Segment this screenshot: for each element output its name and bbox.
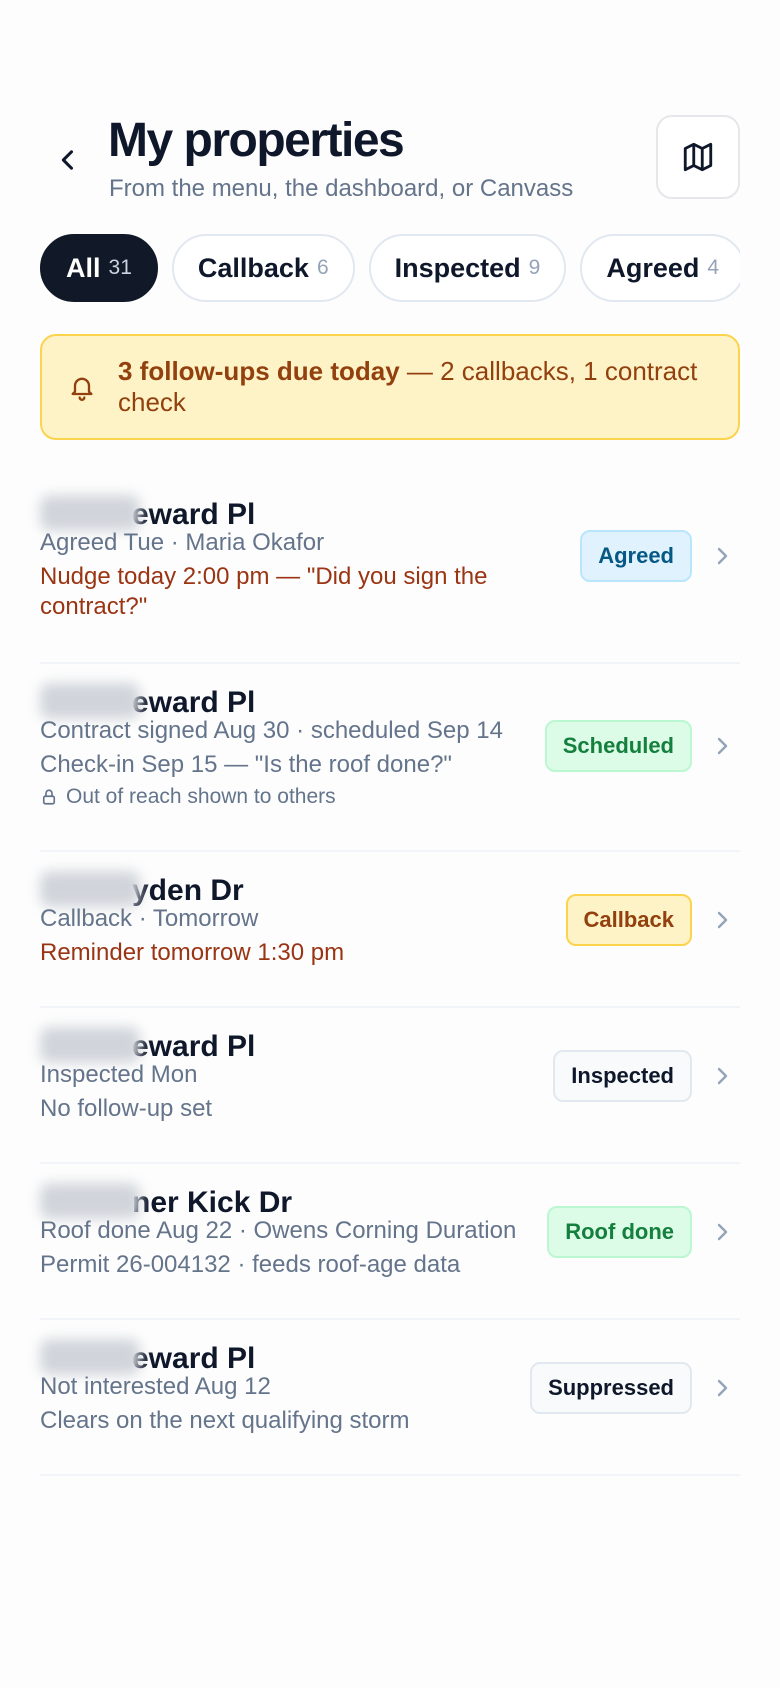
- property-detail-text: Clears on the next qualifying storm: [40, 1407, 410, 1434]
- status-badge: Inspected: [553, 1050, 692, 1102]
- alert-strong: 3 follow-ups due today: [118, 356, 400, 386]
- property-row[interactable]: eward Pl Not interested Aug 12 Clears on t…: [40, 1320, 740, 1476]
- status-badge: Suppressed: [530, 1362, 692, 1414]
- chevron-right-icon: [717, 547, 728, 565]
- filter-chip-agreed[interactable]: Agreed 4: [580, 234, 740, 302]
- chevron-right-icon: [717, 737, 728, 755]
- property-detail-line: Agreed Tue · Maria Okafor: [40, 528, 324, 558]
- filter-chip-label: Agreed: [606, 252, 700, 283]
- property-row[interactable]: eward Pl Agreed Tue · Maria Okafor Nudge t…: [40, 476, 740, 664]
- property-row[interactable]: eward Pl Inspected Mon No follow-up set Ins…: [40, 1008, 740, 1164]
- property-detail-text: Check-in Sep 15 — "Is the roof done?": [40, 751, 452, 778]
- property-address: eward Pl: [40, 495, 256, 532]
- chevron-right-icon: [717, 1067, 728, 1085]
- chevron-left-icon: [61, 150, 74, 170]
- property-row[interactable]: ner Kick Dr Roof done Aug 22 · Owens Corn…: [40, 1164, 740, 1320]
- property-address: eward Pl: [40, 1027, 256, 1064]
- property-detail-line: Contract signed Aug 30 · scheduled Sep 1…: [40, 716, 503, 746]
- redacted-house-number: [40, 1183, 140, 1220]
- property-detail-text: Agreed Tue · Maria Okafor: [40, 529, 325, 556]
- redacted-house-number: [40, 495, 140, 532]
- filter-chip-count: 4: [707, 256, 720, 279]
- property-detail-text: Contract signed Aug 30 · scheduled Sep 1…: [40, 717, 503, 744]
- property-list: eward Pl Agreed Tue · Maria Okafor Nudge t…: [40, 476, 740, 1476]
- redacted-house-number: [40, 871, 140, 908]
- filter-chip-all[interactable]: All 31: [40, 234, 158, 302]
- back-button[interactable]: [48, 140, 88, 180]
- bell-icon: [71, 377, 93, 401]
- property-address: yden Dr: [40, 871, 244, 908]
- status-badge: Callback: [565, 894, 692, 946]
- property-street: ner Kick Dr: [132, 1186, 293, 1219]
- page-title: My properties: [108, 114, 405, 167]
- filter-chip-count: 9: [528, 256, 541, 279]
- map-view-button[interactable]: [656, 115, 740, 199]
- property-detail-line: Not interested Aug 12: [40, 1372, 271, 1402]
- follow-up-alert[interactable]: 3 follow-ups due today — 2 callbacks, 1 …: [40, 334, 740, 440]
- alert-text: 3 follow-ups due today — 2 callbacks, 1 …: [118, 356, 706, 418]
- property-street: eward Pl: [132, 1342, 256, 1375]
- filter-chips: All 31 Callback 6 Inspected 9 Agreed 4: [40, 234, 740, 304]
- property-detail-line: Inspected Mon: [40, 1060, 197, 1090]
- property-detail-text: No follow-up set: [40, 1095, 213, 1122]
- chevron-right-icon: [717, 1223, 728, 1241]
- property-detail-line: No follow-up set: [40, 1094, 212, 1124]
- page-header: My properties From the menu, the dashboa…: [40, 112, 740, 202]
- property-detail-line: Permit 26-004132 · feeds roof-age data: [40, 1250, 460, 1280]
- redacted-house-number: [40, 683, 140, 720]
- property-detail-line: contract?": [40, 592, 147, 622]
- property-detail-line: Callback · Tomorrow: [40, 904, 258, 934]
- status-badge: Agreed: [580, 530, 692, 582]
- redacted-house-number: [40, 1339, 140, 1376]
- status-badge: Scheduled: [544, 720, 692, 772]
- property-detail-text: Reminder tomorrow 1:30 pm: [40, 939, 345, 966]
- property-detail-text: Out of reach shown to others: [66, 785, 336, 808]
- status-badge: Roof done: [547, 1206, 692, 1258]
- property-address: eward Pl: [40, 683, 256, 720]
- chevron-right-icon: [717, 1379, 728, 1397]
- property-detail-text: Inspected Mon: [40, 1061, 198, 1088]
- property-detail-line: Clears on the next qualifying storm: [40, 1406, 410, 1436]
- property-detail-line: Out of reach shown to others: [40, 782, 336, 812]
- property-row[interactable]: eward Pl Contract signed Aug 30 · schedul…: [40, 664, 740, 852]
- redacted-house-number: [40, 1027, 140, 1064]
- filter-chip-count: 31: [108, 256, 132, 279]
- property-row[interactable]: yden Dr Callback · Tomorrow Reminder tomor…: [40, 852, 740, 1008]
- property-detail-line: Roof done Aug 22 · Owens Corning Duratio…: [40, 1216, 516, 1246]
- property-detail-text: Nudge today 2:00 pm — "Did you sign the: [40, 563, 488, 590]
- property-address: ner Kick Dr: [40, 1183, 293, 1220]
- property-detail-line: Reminder tomorrow 1:30 pm: [40, 938, 344, 968]
- filter-chip-inspected[interactable]: Inspected 9: [368, 234, 567, 302]
- chevron-right-icon: [717, 911, 728, 929]
- filter-chip-callback[interactable]: Callback 6: [171, 234, 355, 302]
- property-detail-text: contract?": [40, 593, 148, 620]
- property-detail-text: Permit 26-004132 · feeds roof-age data: [40, 1251, 461, 1278]
- filter-chip-label: Inspected: [394, 252, 521, 283]
- property-detail-text: Not interested Aug 12: [40, 1373, 271, 1400]
- property-street: yden Dr: [132, 874, 244, 907]
- property-address: eward Pl: [40, 1339, 256, 1376]
- property-detail-line: Nudge today 2:00 pm — "Did you sign the: [40, 562, 487, 592]
- filter-chip-count: 6: [316, 256, 329, 279]
- property-detail-text: Callback · Tomorrow: [40, 905, 259, 932]
- filter-chip-label: All: [66, 252, 101, 283]
- property-detail-text: Roof done Aug 22 · Owens Corning Duratio…: [40, 1217, 517, 1244]
- property-detail-line: Check-in Sep 15 — "Is the roof done?": [40, 750, 452, 780]
- filter-chip-label: Callback: [197, 252, 309, 283]
- lock-icon: [40, 787, 66, 807]
- property-street: eward Pl: [132, 498, 256, 531]
- map-icon: [683, 142, 713, 172]
- property-street: eward Pl: [132, 1030, 256, 1063]
- page-subtitle: From the menu, the dashboard, or Canvass: [109, 175, 574, 202]
- property-street: eward Pl: [132, 686, 256, 719]
